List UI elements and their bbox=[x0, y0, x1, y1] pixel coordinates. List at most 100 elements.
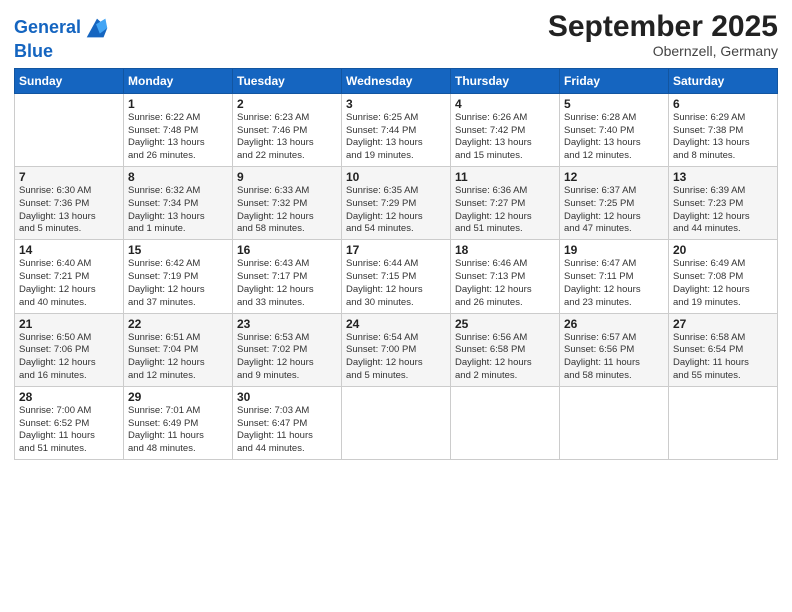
day-info: Sunrise: 6:56 AMSunset: 6:58 PMDaylight:… bbox=[455, 332, 555, 383]
title-block: September 2025 Obernzell, Germany bbox=[548, 10, 778, 59]
day-info: Sunrise: 6:51 AMSunset: 7:04 PMDaylight:… bbox=[128, 332, 228, 383]
day-number: 2 bbox=[237, 97, 337, 111]
calendar-week-row: 7Sunrise: 6:30 AMSunset: 7:36 PMDaylight… bbox=[15, 167, 778, 240]
calendar-cell: 11Sunrise: 6:36 AMSunset: 7:27 PMDayligh… bbox=[451, 167, 560, 240]
weekday-header: Monday bbox=[124, 68, 233, 93]
calendar-cell: 14Sunrise: 6:40 AMSunset: 7:21 PMDayligh… bbox=[15, 240, 124, 313]
calendar-cell: 25Sunrise: 6:56 AMSunset: 6:58 PMDayligh… bbox=[451, 313, 560, 386]
calendar-cell bbox=[15, 93, 124, 166]
day-info: Sunrise: 6:50 AMSunset: 7:06 PMDaylight:… bbox=[19, 332, 119, 383]
weekday-header: Tuesday bbox=[233, 68, 342, 93]
day-number: 21 bbox=[19, 317, 119, 331]
day-number: 19 bbox=[564, 243, 664, 257]
calendar-cell: 3Sunrise: 6:25 AMSunset: 7:44 PMDaylight… bbox=[342, 93, 451, 166]
day-number: 22 bbox=[128, 317, 228, 331]
calendar-cell: 28Sunrise: 7:00 AMSunset: 6:52 PMDayligh… bbox=[15, 386, 124, 459]
calendar-cell: 24Sunrise: 6:54 AMSunset: 7:00 PMDayligh… bbox=[342, 313, 451, 386]
calendar-cell: 26Sunrise: 6:57 AMSunset: 6:56 PMDayligh… bbox=[560, 313, 669, 386]
day-info: Sunrise: 6:46 AMSunset: 7:13 PMDaylight:… bbox=[455, 258, 555, 309]
calendar-cell: 7Sunrise: 6:30 AMSunset: 7:36 PMDaylight… bbox=[15, 167, 124, 240]
day-number: 4 bbox=[455, 97, 555, 111]
weekday-header: Wednesday bbox=[342, 68, 451, 93]
calendar-cell: 18Sunrise: 6:46 AMSunset: 7:13 PMDayligh… bbox=[451, 240, 560, 313]
day-info: Sunrise: 6:58 AMSunset: 6:54 PMDaylight:… bbox=[673, 332, 773, 383]
calendar-cell: 4Sunrise: 6:26 AMSunset: 7:42 PMDaylight… bbox=[451, 93, 560, 166]
day-info: Sunrise: 6:47 AMSunset: 7:11 PMDaylight:… bbox=[564, 258, 664, 309]
calendar-cell bbox=[669, 386, 778, 459]
day-number: 1 bbox=[128, 97, 228, 111]
day-number: 18 bbox=[455, 243, 555, 257]
day-number: 14 bbox=[19, 243, 119, 257]
calendar-cell: 21Sunrise: 6:50 AMSunset: 7:06 PMDayligh… bbox=[15, 313, 124, 386]
day-number: 24 bbox=[346, 317, 446, 331]
day-number: 30 bbox=[237, 390, 337, 404]
day-info: Sunrise: 6:53 AMSunset: 7:02 PMDaylight:… bbox=[237, 332, 337, 383]
calendar-cell: 6Sunrise: 6:29 AMSunset: 7:38 PMDaylight… bbox=[669, 93, 778, 166]
day-number: 10 bbox=[346, 170, 446, 184]
calendar-cell: 1Sunrise: 6:22 AMSunset: 7:48 PMDaylight… bbox=[124, 93, 233, 166]
day-number: 15 bbox=[128, 243, 228, 257]
day-number: 20 bbox=[673, 243, 773, 257]
calendar-cell: 16Sunrise: 6:43 AMSunset: 7:17 PMDayligh… bbox=[233, 240, 342, 313]
day-info: Sunrise: 6:35 AMSunset: 7:29 PMDaylight:… bbox=[346, 185, 446, 236]
calendar-week-row: 28Sunrise: 7:00 AMSunset: 6:52 PMDayligh… bbox=[15, 386, 778, 459]
calendar-cell bbox=[342, 386, 451, 459]
day-info: Sunrise: 6:39 AMSunset: 7:23 PMDaylight:… bbox=[673, 185, 773, 236]
header: General Blue September 2025 Obernzell, G… bbox=[14, 10, 778, 62]
calendar-cell: 15Sunrise: 6:42 AMSunset: 7:19 PMDayligh… bbox=[124, 240, 233, 313]
calendar-cell: 20Sunrise: 6:49 AMSunset: 7:08 PMDayligh… bbox=[669, 240, 778, 313]
calendar-cell: 29Sunrise: 7:01 AMSunset: 6:49 PMDayligh… bbox=[124, 386, 233, 459]
weekday-header: Sunday bbox=[15, 68, 124, 93]
month-title: September 2025 bbox=[548, 10, 778, 43]
day-info: Sunrise: 6:43 AMSunset: 7:17 PMDaylight:… bbox=[237, 258, 337, 309]
day-number: 8 bbox=[128, 170, 228, 184]
day-info: Sunrise: 7:03 AMSunset: 6:47 PMDaylight:… bbox=[237, 405, 337, 456]
calendar-cell: 30Sunrise: 7:03 AMSunset: 6:47 PMDayligh… bbox=[233, 386, 342, 459]
day-number: 11 bbox=[455, 170, 555, 184]
day-number: 17 bbox=[346, 243, 446, 257]
calendar-cell: 22Sunrise: 6:51 AMSunset: 7:04 PMDayligh… bbox=[124, 313, 233, 386]
day-info: Sunrise: 6:40 AMSunset: 7:21 PMDaylight:… bbox=[19, 258, 119, 309]
day-info: Sunrise: 6:29 AMSunset: 7:38 PMDaylight:… bbox=[673, 112, 773, 163]
day-info: Sunrise: 6:44 AMSunset: 7:15 PMDaylight:… bbox=[346, 258, 446, 309]
day-number: 7 bbox=[19, 170, 119, 184]
calendar-cell: 9Sunrise: 6:33 AMSunset: 7:32 PMDaylight… bbox=[233, 167, 342, 240]
calendar-cell: 23Sunrise: 6:53 AMSunset: 7:02 PMDayligh… bbox=[233, 313, 342, 386]
calendar-cell bbox=[560, 386, 669, 459]
calendar-cell: 5Sunrise: 6:28 AMSunset: 7:40 PMDaylight… bbox=[560, 93, 669, 166]
page: General Blue September 2025 Obernzell, G… bbox=[0, 0, 792, 612]
day-number: 28 bbox=[19, 390, 119, 404]
calendar-cell: 17Sunrise: 6:44 AMSunset: 7:15 PMDayligh… bbox=[342, 240, 451, 313]
logo-text: General bbox=[14, 18, 81, 38]
day-info: Sunrise: 6:57 AMSunset: 6:56 PMDaylight:… bbox=[564, 332, 664, 383]
day-info: Sunrise: 6:36 AMSunset: 7:27 PMDaylight:… bbox=[455, 185, 555, 236]
calendar-week-row: 14Sunrise: 6:40 AMSunset: 7:21 PMDayligh… bbox=[15, 240, 778, 313]
calendar-week-row: 21Sunrise: 6:50 AMSunset: 7:06 PMDayligh… bbox=[15, 313, 778, 386]
day-info: Sunrise: 6:28 AMSunset: 7:40 PMDaylight:… bbox=[564, 112, 664, 163]
day-info: Sunrise: 6:37 AMSunset: 7:25 PMDaylight:… bbox=[564, 185, 664, 236]
day-info: Sunrise: 6:22 AMSunset: 7:48 PMDaylight:… bbox=[128, 112, 228, 163]
day-info: Sunrise: 7:00 AMSunset: 6:52 PMDaylight:… bbox=[19, 405, 119, 456]
weekday-header: Thursday bbox=[451, 68, 560, 93]
day-number: 3 bbox=[346, 97, 446, 111]
day-info: Sunrise: 6:25 AMSunset: 7:44 PMDaylight:… bbox=[346, 112, 446, 163]
day-info: Sunrise: 6:49 AMSunset: 7:08 PMDaylight:… bbox=[673, 258, 773, 309]
day-number: 29 bbox=[128, 390, 228, 404]
logo: General Blue bbox=[14, 14, 111, 62]
day-number: 16 bbox=[237, 243, 337, 257]
day-info: Sunrise: 6:23 AMSunset: 7:46 PMDaylight:… bbox=[237, 112, 337, 163]
day-info: Sunrise: 7:01 AMSunset: 6:49 PMDaylight:… bbox=[128, 405, 228, 456]
calendar-cell: 12Sunrise: 6:37 AMSunset: 7:25 PMDayligh… bbox=[560, 167, 669, 240]
day-number: 6 bbox=[673, 97, 773, 111]
day-number: 12 bbox=[564, 170, 664, 184]
calendar-week-row: 1Sunrise: 6:22 AMSunset: 7:48 PMDaylight… bbox=[15, 93, 778, 166]
calendar-cell: 27Sunrise: 6:58 AMSunset: 6:54 PMDayligh… bbox=[669, 313, 778, 386]
weekday-header: Saturday bbox=[669, 68, 778, 93]
day-info: Sunrise: 6:42 AMSunset: 7:19 PMDaylight:… bbox=[128, 258, 228, 309]
calendar-cell: 10Sunrise: 6:35 AMSunset: 7:29 PMDayligh… bbox=[342, 167, 451, 240]
logo-text2: Blue bbox=[14, 42, 111, 62]
calendar-cell: 2Sunrise: 6:23 AMSunset: 7:46 PMDaylight… bbox=[233, 93, 342, 166]
calendar-header-row: SundayMondayTuesdayWednesdayThursdayFrid… bbox=[15, 68, 778, 93]
calendar-cell: 13Sunrise: 6:39 AMSunset: 7:23 PMDayligh… bbox=[669, 167, 778, 240]
day-number: 23 bbox=[237, 317, 337, 331]
